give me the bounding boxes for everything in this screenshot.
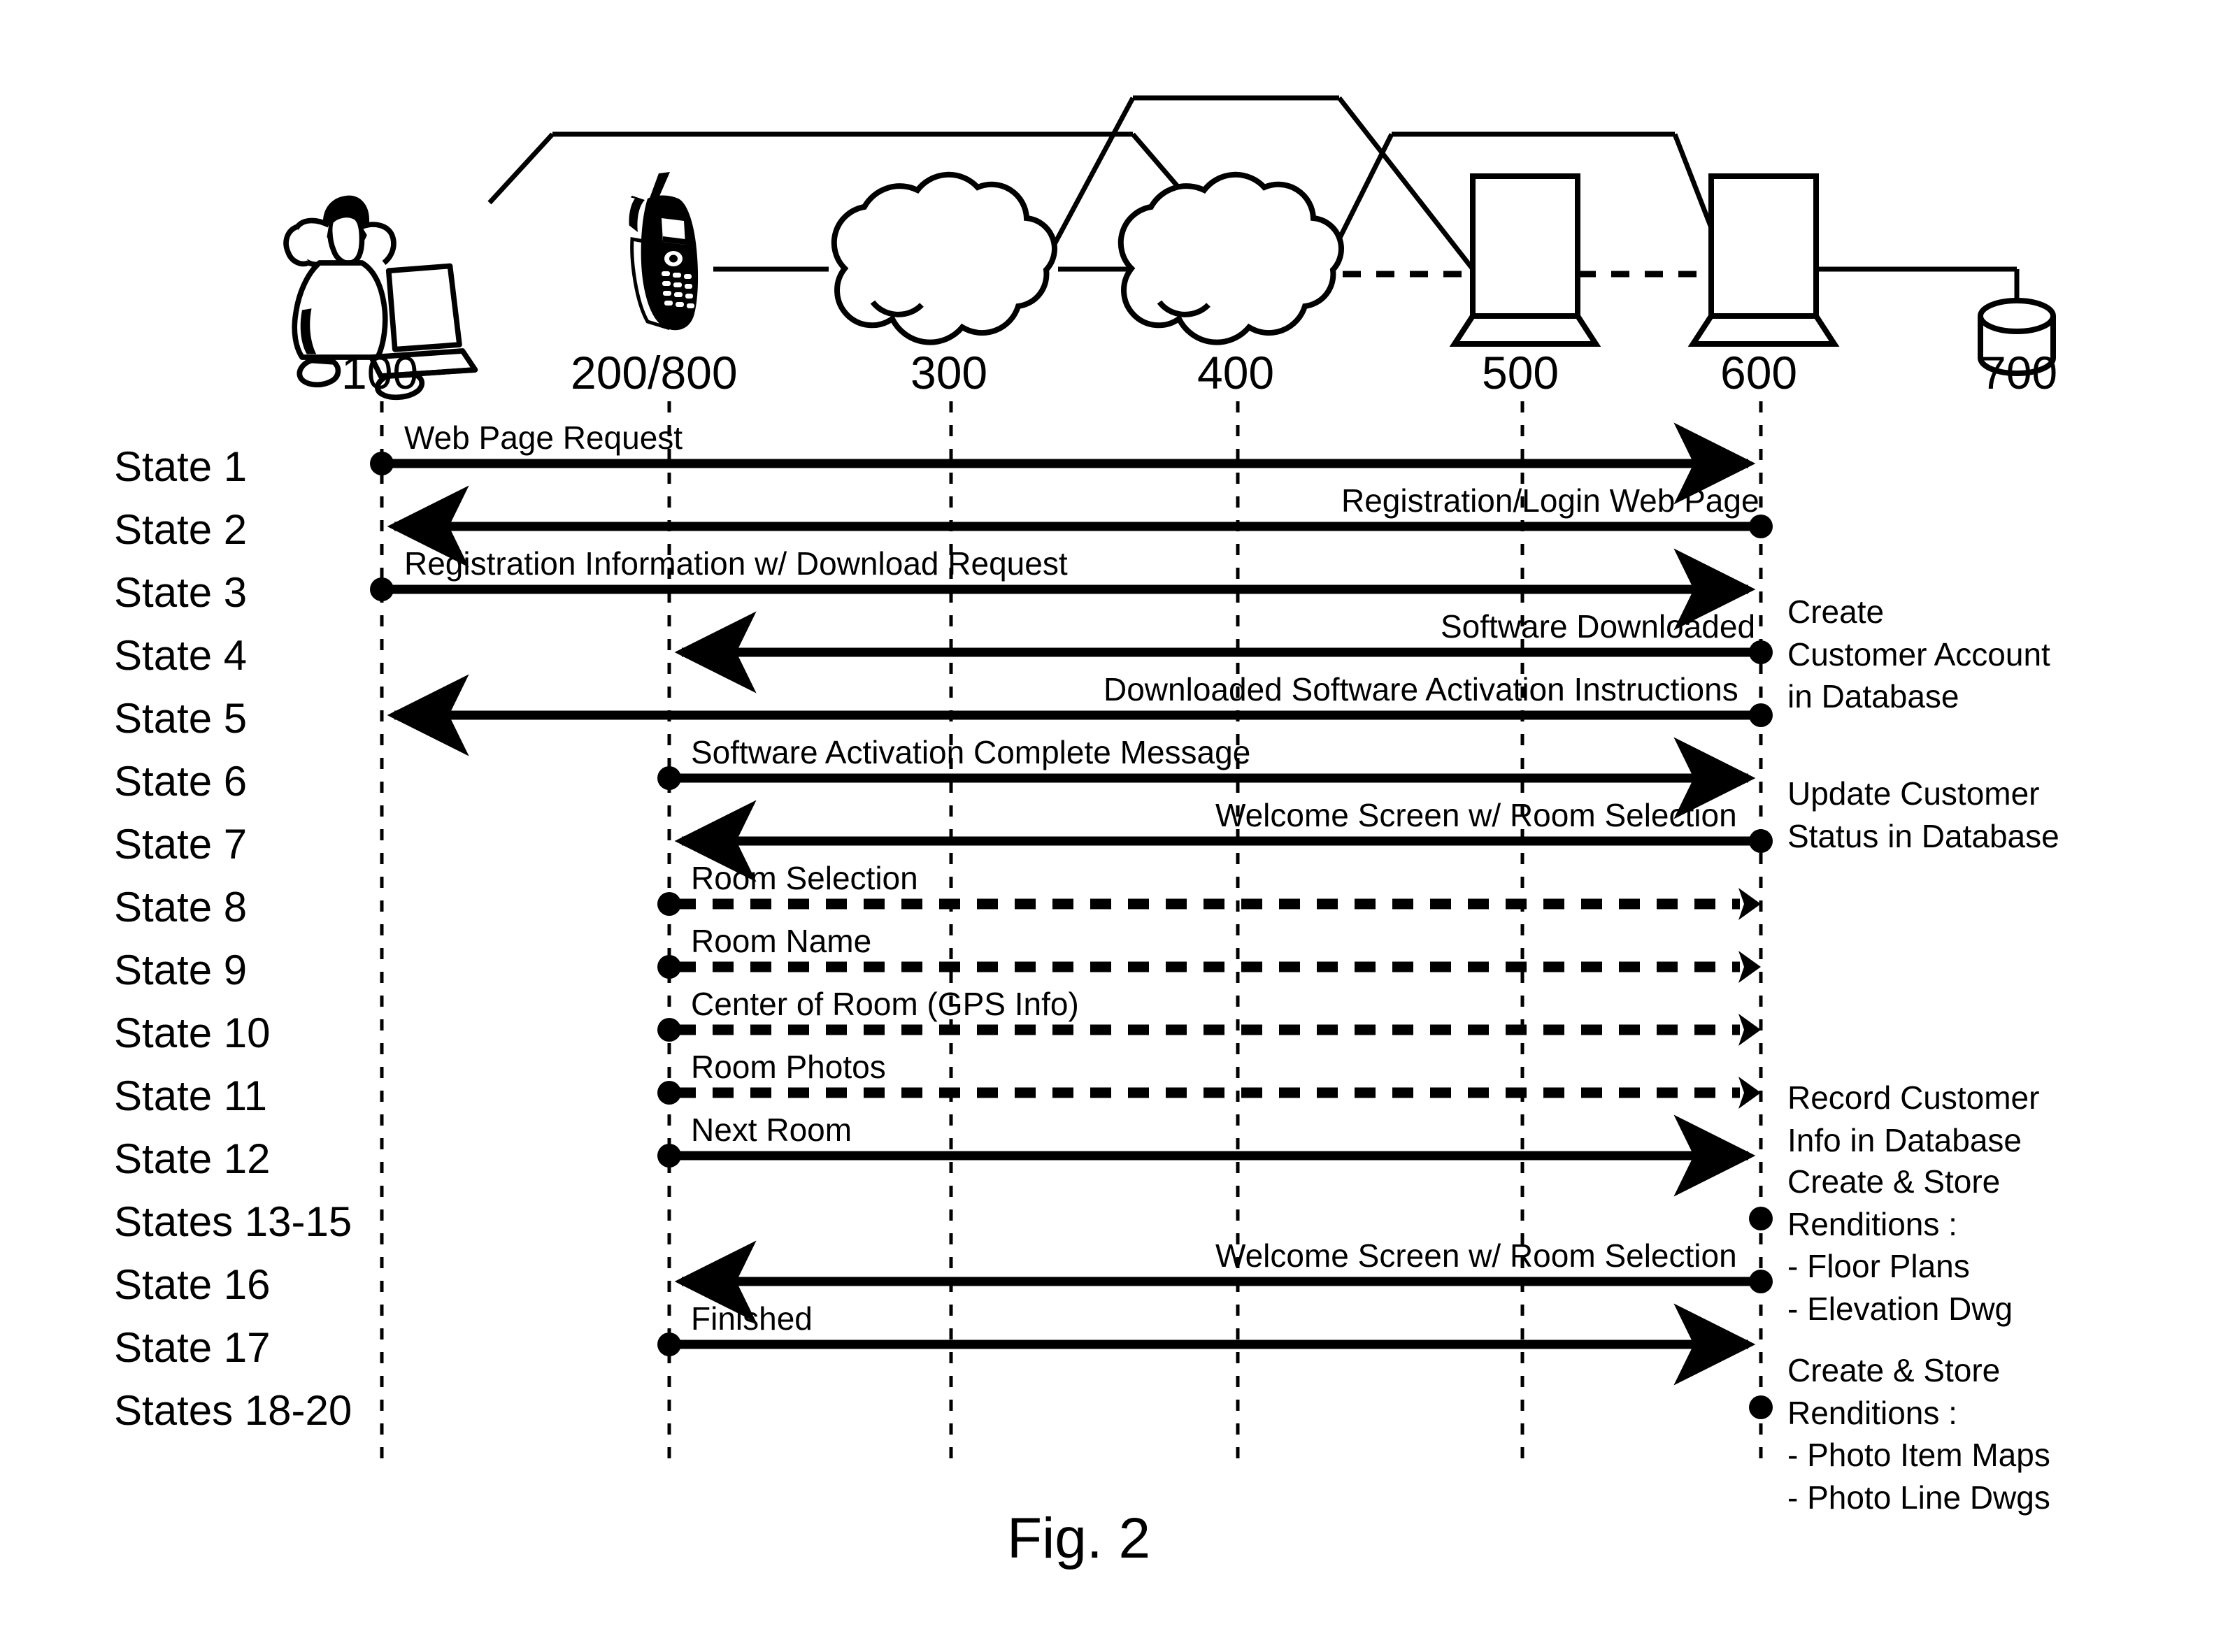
figure-canvas: 100 200/800 300 400 500 600 700 State 1 … — [0, 0, 2214, 1652]
state-label-2: State 2 — [114, 506, 248, 553]
message-label-room-name: Room Name — [691, 923, 872, 959]
message-label-activation-complete: Software Activation Complete Message — [691, 734, 1251, 770]
state-label-6: State 6 — [114, 758, 248, 805]
note-line: Renditions : — [1787, 1394, 1957, 1431]
state-label-4: State 4 — [114, 632, 248, 679]
state-label-9: State 9 — [114, 947, 248, 993]
message-label-welcome-screen-1: Welcome Screen w/ Room Selection — [1215, 797, 1737, 833]
note-line: Customer Account — [1787, 635, 2050, 673]
state-label-5: State 5 — [114, 695, 248, 742]
note-line: Create — [1787, 594, 1885, 630]
state-label-3: State 3 — [114, 569, 248, 616]
note-line: Status in Database — [1787, 817, 2059, 854]
state-label-11: State 11 — [114, 1072, 268, 1119]
note-create-store-renditions-1: Create & Store Renditions : - Floor Plan… — [1787, 1161, 2013, 1330]
state-label-17: State 17 — [114, 1324, 271, 1371]
note-line: Create & Store — [1787, 1163, 2001, 1200]
note-line: in Database — [1787, 678, 1959, 715]
note-line: Update Customer — [1787, 775, 2040, 812]
state-label-8: State 8 — [114, 884, 248, 931]
state-label-12: State 12 — [114, 1135, 271, 1182]
note-create-customer-account: Create Customer Account in Database — [1787, 591, 2050, 718]
note-line: Renditions : — [1787, 1205, 1957, 1242]
state-label-13-15: States 13-15 — [114, 1198, 352, 1245]
self-event-dot — [1749, 1207, 1773, 1230]
figure-caption: Fig. 2 — [1007, 1507, 1151, 1570]
message-label-finished: Finished — [691, 1300, 813, 1337]
state-label-7: State 7 — [114, 821, 248, 868]
state-label-10: State 10 — [114, 1010, 271, 1056]
note-line: - Floor Plans — [1787, 1248, 1970, 1285]
self-event-dot — [1749, 1395, 1773, 1419]
message-arrow — [657, 1303, 1756, 1386]
state-label-16: State 16 — [114, 1261, 271, 1308]
note-record-customer-info: Record Customer Info in Database — [1787, 1077, 2039, 1161]
note-create-store-renditions-2: Create & Store Renditions : - Photo Item… — [1787, 1349, 2050, 1519]
state-label-18-20: States 18-20 — [114, 1387, 352, 1434]
message-label-center-of-room: Center of Room (GPS Info) — [691, 986, 1079, 1022]
note-line: - Photo Item Maps — [1787, 1437, 2050, 1474]
message-label-registration-info-download: Registration Information w/ Download Req… — [404, 545, 1068, 582]
message-label-room-photos: Room Photos — [691, 1049, 886, 1085]
message-label-next-room: Next Room — [691, 1112, 852, 1148]
note-line: Record Customer — [1787, 1079, 2040, 1116]
message-label-room-selection: Room Selection — [691, 860, 918, 896]
message-label-activation-instructions: Downloaded Software Activation Instructi… — [1104, 671, 1738, 708]
note-line: - Elevation Dwg — [1787, 1291, 2013, 1328]
message-label-web-page-request: Web Page Request — [404, 419, 683, 456]
state-label-1: State 1 — [114, 443, 248, 490]
message-label-software-downloaded: Software Downloaded — [1441, 608, 1756, 645]
note-line: Info in Database — [1787, 1121, 2022, 1158]
message-label-registration-login-web-page: Registration/Login Web Page — [1341, 482, 1759, 519]
message-label-welcome-screen-2: Welcome Screen w/ Room Selection — [1215, 1237, 1737, 1274]
note-update-customer-status: Update Customer Status in Database — [1787, 773, 2059, 857]
note-line: Create & Store — [1787, 1352, 2001, 1388]
note-line: - Photo Line Dwgs — [1787, 1479, 2050, 1516]
